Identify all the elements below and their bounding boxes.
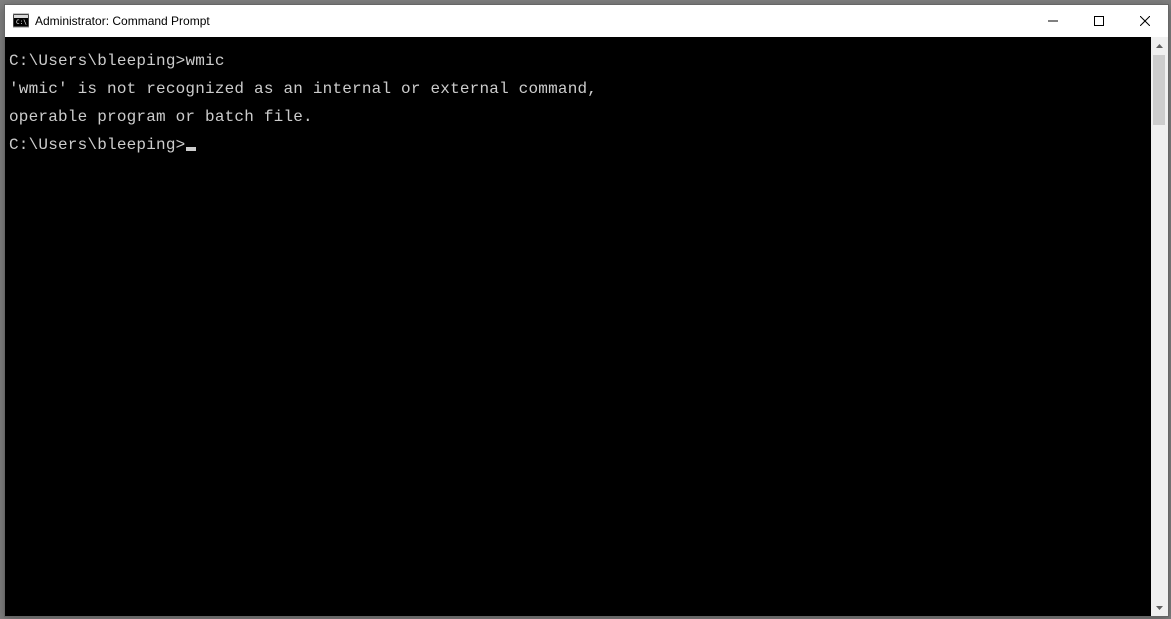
terminal-line: C:\Users\bleeping>wmic — [9, 47, 1147, 75]
prompt-text: C:\Users\bleeping> — [9, 52, 185, 70]
scrollbar-thumb[interactable] — [1153, 55, 1165, 125]
terminal-line: C:\Users\bleeping> — [9, 131, 1147, 159]
svg-text:C:\: C:\ — [16, 19, 27, 26]
titlebar[interactable]: C:\ Administrator: Command Prompt — [5, 5, 1168, 37]
prompt-text: C:\Users\bleeping> — [9, 136, 185, 154]
command-text: wmic — [185, 52, 224, 70]
terminal-output[interactable]: C:\Users\bleeping>wmic'wmic' is not reco… — [5, 37, 1151, 616]
output-text: 'wmic' is not recognized as an internal … — [9, 80, 597, 98]
terminal-line: operable program or batch file. — [9, 103, 1147, 131]
cmd-icon: C:\ — [13, 13, 29, 29]
close-button[interactable] — [1122, 5, 1168, 37]
scrollbar-down-arrow-icon[interactable] — [1151, 599, 1168, 616]
window-controls — [1030, 5, 1168, 37]
vertical-scrollbar[interactable] — [1151, 37, 1168, 616]
command-prompt-window: C:\ Administrator: Command Prompt C:\Use… — [4, 4, 1169, 617]
maximize-button[interactable] — [1076, 5, 1122, 37]
cursor-icon — [186, 147, 196, 151]
client-area: C:\Users\bleeping>wmic'wmic' is not reco… — [5, 37, 1168, 616]
scrollbar-up-arrow-icon[interactable] — [1151, 37, 1168, 54]
minimize-button[interactable] — [1030, 5, 1076, 37]
window-title: Administrator: Command Prompt — [35, 14, 1030, 28]
output-text: operable program or batch file. — [9, 108, 313, 126]
terminal-line: 'wmic' is not recognized as an internal … — [9, 75, 1147, 103]
